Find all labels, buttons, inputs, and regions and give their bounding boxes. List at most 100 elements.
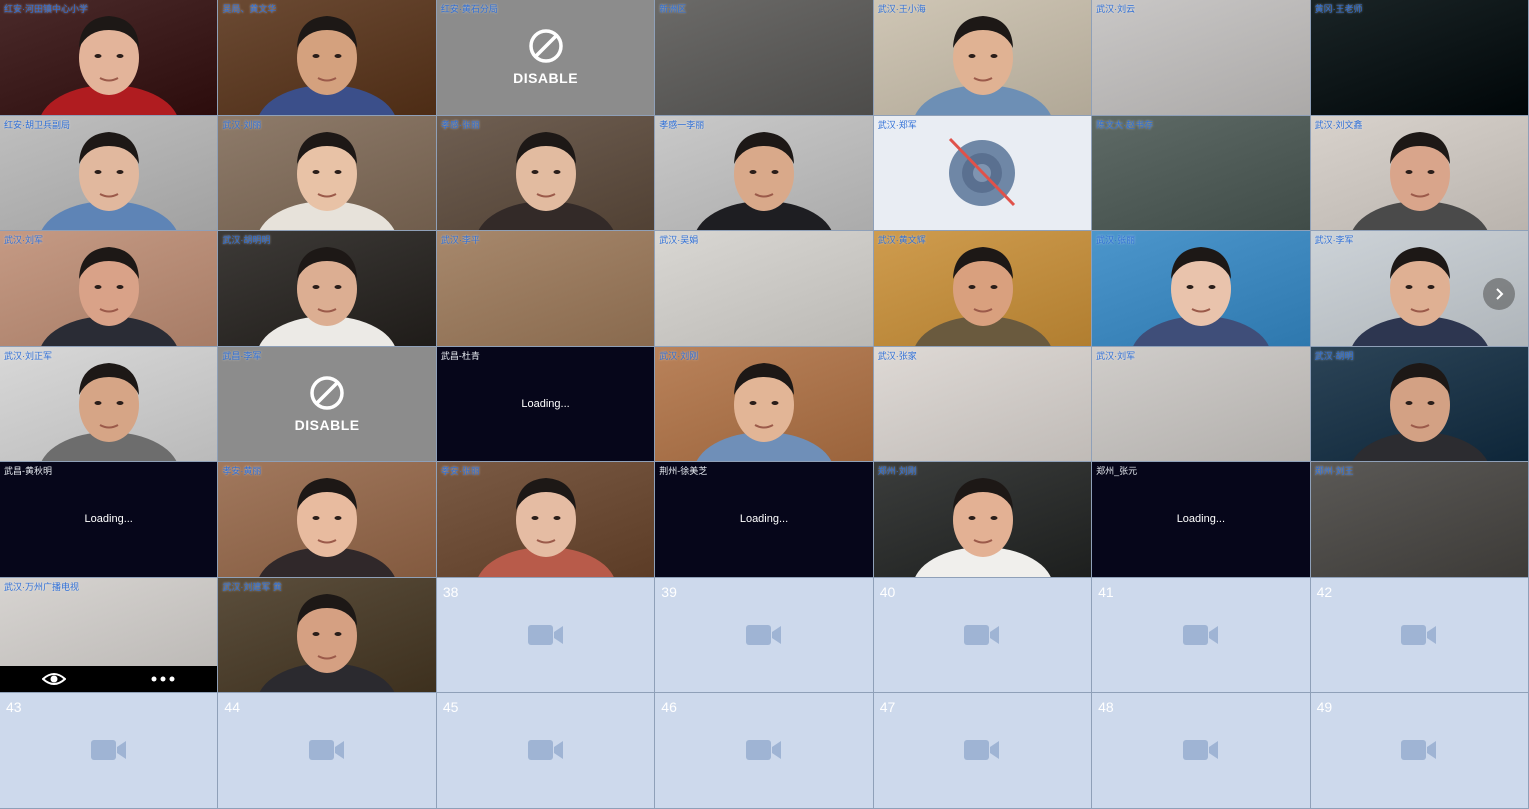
participant-tile[interactable]: DISABLE 红安·黄石分局: [436, 0, 656, 116]
participant-tile[interactable]: Loading... 郑州_张元: [1092, 462, 1311, 578]
participant-tile[interactable]: 武汉·刘刚: [655, 346, 874, 462]
participant-tile[interactable]: 新洲区: [655, 0, 874, 116]
participant-tile[interactable]: Loading... 荆州-徐美芝: [655, 462, 874, 578]
participant-tile[interactable]: 武汉·刘军: [1092, 346, 1311, 462]
participant-tile[interactable]: 孝安·黄丽: [218, 462, 437, 578]
participant-video: [478, 131, 614, 231]
participant-name: 武汉·郑军: [877, 119, 917, 130]
participant-name: 武汉·王小海: [877, 4, 926, 14]
participant-name: 黄冈·王老师: [1314, 4, 1363, 14]
slot-number: 43: [6, 699, 22, 715]
empty-slot[interactable]: 48: [1092, 693, 1311, 809]
empty-slot[interactable]: 47: [873, 693, 1093, 809]
participant-tile[interactable]: 武汉·刘军: [0, 231, 219, 347]
empty-slot[interactable]: 39: [655, 577, 874, 693]
loading-text: Loading...: [1176, 513, 1226, 526]
empty-slot[interactable]: 44: [218, 693, 437, 809]
video-camera-icon: [90, 740, 126, 761]
participant-name: 武汉·张家: [877, 350, 917, 361]
participant-name: 武汉·吴娟: [659, 235, 699, 245]
loading-text: Loading...: [739, 513, 789, 526]
camera-off-icon: [949, 137, 1016, 206]
slot-number: 44: [224, 699, 240, 715]
chevron-right-icon: [1496, 288, 1504, 300]
participant-name: 武汉·刘云: [1096, 4, 1136, 14]
slot-number: 41: [1098, 583, 1114, 600]
participant-tile[interactable]: 武汉·刘云: [1092, 0, 1311, 116]
video-disabled-indicator: DISABLE: [218, 347, 435, 462]
empty-slot[interactable]: 41: [1092, 577, 1311, 693]
participant-name: 新洲区: [659, 4, 687, 14]
participant-tile[interactable]: 武汉·郑军: [873, 115, 1093, 231]
participant-tile[interactable]: 红安·河田镇中心小学: [0, 0, 219, 116]
participant-name: 孝感·张丽: [440, 119, 480, 130]
participant-tile[interactable]: 武汉·刘正军: [0, 346, 219, 462]
participant-name: 郑州_张元: [1096, 466, 1138, 476]
video-camera-icon: [964, 740, 1000, 761]
participant-tile[interactable]: 武汉·黄文辉: [873, 231, 1093, 347]
participant-video: [259, 247, 395, 346]
participant-name: 武汉·刘建军 黄: [222, 581, 282, 592]
participant-name: 武汉·刘刚: [659, 350, 699, 361]
participant-tile[interactable]: 孝感·张丽: [436, 115, 656, 231]
video-camera-icon: [745, 740, 781, 761]
participant-name: 孝安·黄丽: [222, 466, 262, 476]
participant-name: 武汉·李军: [1314, 235, 1354, 245]
participant-tile[interactable]: 武汉·刘丽: [218, 115, 437, 231]
participant-tile[interactable]: 孝感一李丽: [655, 115, 874, 231]
participant-name: 武汉·刘丽: [222, 119, 262, 130]
participant-tile[interactable]: 武汉·张家: [873, 346, 1093, 462]
participant-tile[interactable]: 武汉·李平: [436, 231, 656, 347]
participant-tile[interactable]: 武汉·吴娟: [655, 231, 874, 347]
more-dots-icon[interactable]: [151, 676, 175, 682]
slot-number: 39: [661, 583, 677, 600]
slot-number: 47: [879, 699, 896, 715]
participant-tile[interactable]: 孝安·张丽: [436, 462, 656, 578]
video-camera-icon: [745, 624, 781, 645]
participant-name: 武汉·刘军: [1096, 350, 1136, 361]
video-camera-icon: [1401, 624, 1437, 645]
participant-tile[interactable]: 武汉·胡明: [1310, 346, 1529, 462]
participant-tile[interactable]: 陈文大·赵书存: [1092, 115, 1311, 231]
participant-tile[interactable]: 武汉·张丽: [1092, 231, 1311, 347]
participant-tile[interactable]: Loading... 武昌-杜青: [436, 346, 656, 462]
participant-tile[interactable]: 武汉·刘文鑫: [1310, 115, 1529, 231]
participant-tile[interactable]: 吴局、黄文华: [218, 0, 437, 116]
participant-video: [259, 478, 395, 577]
slot-number: 49: [1316, 699, 1333, 715]
participant-tile[interactable]: 黄冈·王老师: [1310, 0, 1529, 116]
participant-tile[interactable]: DISABLE 武昌·李军: [218, 346, 437, 462]
eye-icon[interactable]: [42, 671, 67, 687]
participant-tile[interactable]: 武汉·王小海: [873, 0, 1093, 116]
participant-name: 荆州-徐美芝: [659, 466, 708, 476]
participant-tile[interactable]: 红安·胡卫兵副局: [0, 115, 219, 231]
empty-slot[interactable]: 42: [1310, 577, 1529, 693]
participant-name: 武昌-杜青: [440, 350, 480, 361]
video-camera-icon: [1182, 624, 1218, 645]
empty-slot[interactable]: 46: [655, 693, 874, 809]
participant-video: [259, 593, 395, 693]
participant-tile[interactable]: 武汉·万州广播电视: [0, 577, 219, 693]
participant-tile[interactable]: 郑州·刘王: [1310, 462, 1529, 578]
participant-name: 武昌·李军: [222, 350, 262, 361]
disable-label: DISABLE: [513, 70, 579, 87]
empty-slot[interactable]: 49: [1310, 693, 1529, 809]
participant-video: [696, 362, 832, 462]
participant-video: [696, 131, 832, 231]
participant-tile[interactable]: 武汉·刘建军 黄: [218, 577, 437, 693]
empty-slot[interactable]: 45: [436, 693, 656, 809]
empty-slot[interactable]: 38: [436, 577, 656, 693]
video-camera-icon: [309, 740, 345, 761]
participant-video: [915, 247, 1051, 346]
empty-slot[interactable]: 40: [873, 577, 1093, 693]
participant-grid: 红安·河田镇中心小学 吴局、黄文华 DISABLE 红安·黄石分局 新洲区 武汉·王小海武…: [0, 0, 1529, 809]
participant-tile[interactable]: Loading... 武昌-黄秋明: [0, 462, 219, 578]
participant-tile[interactable]: 武汉·胡明明: [218, 231, 437, 347]
participant-tile[interactable]: 郑州·刘刚: [873, 462, 1093, 578]
participant-name: 武汉·刘正军: [4, 350, 52, 361]
participant-name: 武汉·胡明明: [222, 235, 271, 245]
participant-name: 武汉·万州广播电视: [4, 581, 79, 592]
empty-slot[interactable]: 43: [0, 693, 219, 809]
participant-name: 陈文大·赵书存: [1096, 119, 1154, 130]
next-page-button[interactable]: [1483, 278, 1515, 310]
